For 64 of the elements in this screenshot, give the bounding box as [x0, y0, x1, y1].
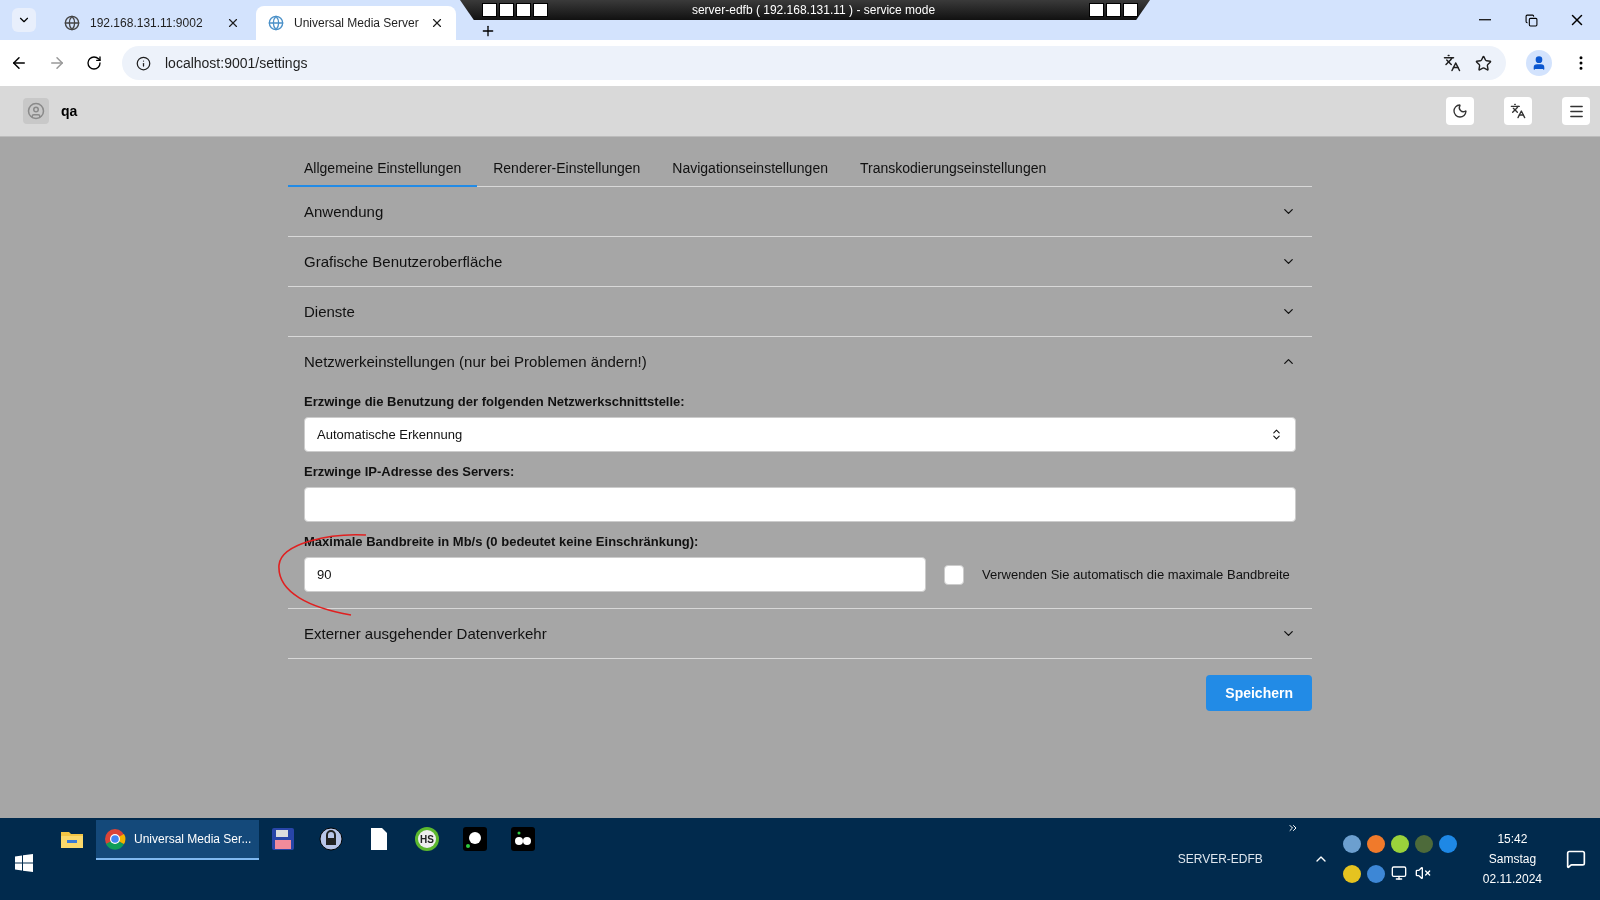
windows-logo-icon [15, 854, 33, 872]
dark-mode-button[interactable] [1446, 97, 1474, 125]
star-icon[interactable] [1475, 54, 1492, 72]
checkbox[interactable] [944, 564, 964, 585]
clock-day: Samstag [1488, 852, 1537, 866]
browser-tab[interactable]: Universal Media Server [256, 6, 456, 40]
clock-time: 15:42 [1497, 832, 1528, 846]
settings-tab[interactable]: Navigationseinstellungen [656, 150, 844, 187]
menu-button[interactable] [1562, 97, 1590, 125]
moon-icon [1452, 103, 1468, 119]
language-button[interactable] [1504, 97, 1532, 125]
address-bar[interactable]: localhost:9001/settings [122, 46, 1506, 80]
user-name: qa [61, 103, 79, 119]
forward-icon[interactable] [48, 54, 66, 72]
folder-icon [61, 830, 83, 848]
clock-date: 02.11.2024 [1482, 872, 1542, 886]
tray-app-icon[interactable] [1366, 835, 1385, 853]
accordion-header[interactable]: Grafische Benutzeroberfläche [288, 237, 1312, 286]
accordion-header[interactable]: Dienste [288, 287, 1312, 336]
field-label: Erzwinge die Benutzung der folgenden Netzwerkschnittstelle: [304, 394, 686, 409]
new-tab-icon[interactable] [480, 23, 496, 39]
save-button[interactable]: Speichern [1206, 675, 1312, 711]
translate-icon[interactable] [1443, 54, 1461, 72]
notifications-icon[interactable] [1566, 849, 1586, 869]
field-label: Maximale Bandbreite in Mb/s (0 bedeutet keine Einschränkung): [304, 534, 700, 549]
checkbox-label: Verwenden Sie automatisch die maximale Bandbreite [982, 567, 1290, 582]
back-icon[interactable] [10, 54, 28, 72]
taskbar-app[interactable]: HS [403, 820, 452, 860]
tray-app-icon[interactable] [1438, 835, 1457, 853]
taskbar-app[interactable]: Universal Media Ser... [96, 820, 260, 860]
info-icon[interactable] [136, 55, 151, 71]
globe-icon [268, 15, 284, 31]
accordion-header[interactable]: Netzwerkeinstellungen (nur bei Problemen ändern!) [288, 337, 1312, 386]
user-icon [23, 98, 49, 124]
mute-icon[interactable] [1414, 865, 1431, 881]
select-field[interactable]: Automatische Erkennung [304, 417, 1296, 452]
two-dots-icon [511, 827, 536, 851]
network-icon[interactable] [1390, 865, 1407, 881]
accordion-header[interactable]: Externer ausgehender Datenverkehr [288, 609, 1312, 658]
field-label: Erzwinge IP-Adresse des Servers: [304, 464, 516, 479]
tray-app-icon[interactable] [1342, 835, 1361, 853]
chrome-icon [104, 828, 126, 850]
document-icon [371, 828, 388, 850]
settings-tab[interactable]: Renderer-Einstellungen [477, 150, 657, 187]
tray-app-icon[interactable] [1366, 865, 1385, 883]
reload-icon[interactable] [86, 55, 102, 71]
browser-tab[interactable]: 192.168.131.11:9002 [52, 6, 252, 40]
remote-session-title: server-edfb ( 192.168.131.11 ) - service mode [690, 3, 937, 17]
input-field[interactable] [304, 487, 1296, 522]
settings-tab[interactable]: Transkodierungseinstellungen [844, 150, 1063, 187]
profile-avatar[interactable] [1526, 50, 1552, 76]
tray-app-icon[interactable] [1342, 865, 1361, 883]
globe-icon [64, 15, 80, 31]
computer-name: SERVER-EDFB [1177, 852, 1263, 866]
accordion-header[interactable]: Anwendung [288, 187, 1312, 236]
tab-search-button[interactable] [12, 8, 36, 32]
hs-badge-icon: HS [414, 826, 441, 852]
input-field[interactable]: 90 [304, 557, 926, 592]
translate-icon [1510, 103, 1526, 119]
overflow-icon[interactable] [1286, 822, 1299, 834]
tray-app-icon[interactable] [1390, 835, 1409, 853]
padlock-icon [319, 827, 344, 851]
settings-tab[interactable]: Allgemeine Einstellungen [288, 150, 478, 187]
updown-icon [1270, 428, 1283, 441]
